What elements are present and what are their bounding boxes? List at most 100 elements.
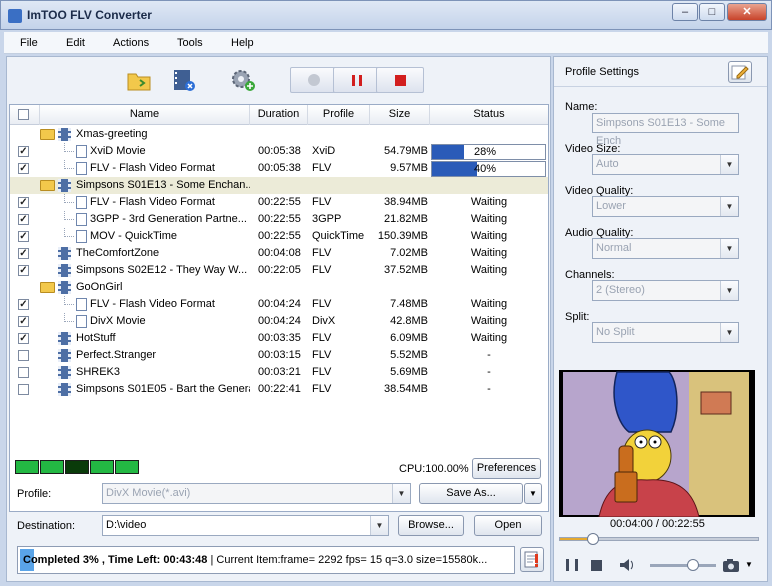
select-all-checkbox[interactable]	[18, 109, 29, 120]
table-row[interactable]: Xmas-greeting	[10, 126, 548, 143]
row-checkbox[interactable]: ✓	[18, 163, 29, 174]
snapshot-icon[interactable]	[722, 557, 742, 573]
table-row[interactable]: Simpsons S01E05 - Bart the General 00:22:…	[10, 381, 548, 398]
profile-document-icon	[76, 230, 87, 243]
row-checkbox[interactable]: ✓	[18, 299, 29, 310]
maximize-button[interactable]: □	[699, 3, 725, 21]
column-name[interactable]: Name	[40, 105, 250, 125]
row-profile: FLV	[312, 247, 332, 259]
menu-actions[interactable]: Actions	[113, 37, 149, 49]
row-checkbox[interactable]: ✓	[18, 197, 29, 208]
row-checkbox[interactable]: ✓	[18, 316, 29, 327]
row-checkbox[interactable]	[18, 350, 29, 361]
row-checkbox[interactable]: ✓	[18, 248, 29, 259]
row-checkbox[interactable]: ✓	[18, 146, 29, 157]
volume-slider[interactable]	[650, 564, 716, 567]
column-status[interactable]: Status	[430, 105, 548, 125]
open-folder-icon	[127, 73, 151, 91]
table-row[interactable]: SHREK3 00:03:21 FLV 5.69MB -	[10, 364, 548, 381]
table-row[interactable]: ✓ HotStuff 00:03:35 FLV 6.09MB Waiting	[10, 330, 548, 347]
table-row[interactable]: Perfect.Stranger 00:03:15 FLV 5.52MB -	[10, 347, 548, 364]
table-row[interactable]: ✓ DivX Movie 00:04:24 DivX 42.8MB Waiting	[10, 313, 548, 330]
row-checkbox[interactable]: ✓	[18, 214, 29, 225]
folder-icon	[40, 180, 55, 191]
volume-handle[interactable]	[687, 559, 699, 571]
setting-label: Split:	[565, 311, 590, 323]
table-row[interactable]: ✓ FLV - Flash Video Format 00:22:55 FLV 38.9…	[10, 194, 548, 211]
column-profile[interactable]: Profile	[308, 105, 370, 125]
row-checkbox[interactable]	[18, 367, 29, 378]
table-row[interactable]: ✓ 3GPP - 3rd Generation Partne... 00:22:55…	[10, 211, 548, 228]
folder-icon	[40, 129, 55, 140]
status-bar: Completed 3% , Time Left: 00:43:48 | Cur…	[17, 546, 515, 574]
open-button[interactable]: Open	[474, 515, 542, 536]
row-status: Waiting	[470, 196, 508, 208]
row-status: Waiting	[470, 298, 508, 310]
table-row[interactable]: ✓ Simpsons S02E12 - They Way W... 00:22:05…	[10, 262, 548, 279]
table-row[interactable]: ✓ FLV - Flash Video Format 00:04:24 FLV 7.48…	[10, 296, 548, 313]
row-checkbox[interactable]: ✓	[18, 231, 29, 242]
destination-input[interactable]: D:\video ▼	[102, 515, 389, 536]
menu-tools[interactable]: Tools	[177, 37, 203, 49]
profile-select[interactable]: DivX Movie(*.avi) ▼	[102, 483, 411, 504]
table-row[interactable]: ✓ MOV - QuickTime 00:22:55 QuickTime 150.39M…	[10, 228, 548, 245]
row-name: XviD Movie	[90, 145, 146, 157]
volume-icon[interactable]	[618, 557, 636, 573]
row-name: Simpsons S02E12 - They Way W...	[76, 264, 248, 276]
pause-button[interactable]	[333, 67, 381, 93]
minimize-button[interactable]: –	[672, 3, 698, 21]
title-bar: ImTOO FLV Converter – □ ✕	[0, 0, 772, 30]
profile-document-icon	[76, 315, 87, 328]
cpu-block	[65, 460, 89, 474]
table-row[interactable]: ✓ FLV - Flash Video Format 00:05:38 FLV 9.57…	[10, 160, 548, 177]
row-checkbox[interactable]	[18, 384, 29, 395]
row-duration: 00:22:05	[258, 264, 301, 276]
row-duration: 00:04:08	[258, 247, 301, 259]
stop-playback-button[interactable]	[591, 560, 602, 571]
snapshot-dropdown-icon[interactable]: ▼	[745, 560, 753, 569]
setting-select[interactable]: No Split ▼	[592, 322, 739, 343]
chevron-down-icon: ▼	[720, 281, 738, 300]
column-duration[interactable]: Duration	[250, 105, 308, 125]
play-pause-button[interactable]	[566, 559, 578, 571]
setting-select[interactable]: Auto ▼	[592, 154, 739, 175]
browse-button[interactable]: Browse...	[398, 515, 464, 536]
row-checkbox[interactable]: ✓	[18, 265, 29, 276]
row-name: FLV - Flash Video Format	[90, 298, 215, 310]
setting-select[interactable]: Lower ▼	[592, 196, 739, 217]
preferences-button[interactable]: Preferences	[472, 458, 541, 479]
add-files-button[interactable]	[125, 67, 153, 93]
edit-profile-button[interactable]	[728, 61, 752, 83]
log-button[interactable]	[520, 547, 544, 572]
setting-select[interactable]: Normal ▼	[592, 238, 739, 259]
profile-document-icon	[76, 196, 87, 209]
column-size[interactable]: Size	[370, 105, 430, 125]
row-profile: FLV	[312, 349, 332, 361]
setting-select[interactable]: 2 (Stereo) ▼	[592, 280, 739, 301]
close-button[interactable]: ✕	[727, 3, 767, 21]
row-profile: XviD	[312, 145, 336, 157]
add-profile-button[interactable]	[229, 67, 257, 93]
save-as-dropdown-icon[interactable]: ▼	[524, 483, 542, 504]
menu-help[interactable]: Help	[231, 37, 254, 49]
folder-icon	[40, 282, 55, 293]
stop-button[interactable]	[376, 67, 424, 93]
table-row[interactable]: Simpsons S01E13 - Some Enchan...	[10, 177, 548, 194]
film-icon	[58, 383, 71, 396]
menu-edit[interactable]: Edit	[66, 37, 85, 49]
row-progress: 40%	[431, 161, 546, 177]
row-checkbox[interactable]: ✓	[18, 333, 29, 344]
chevron-down-icon: ▼	[392, 484, 410, 503]
table-row[interactable]: ✓ TheComfortZone 00:04:08 FLV 7.02MB Waiting	[10, 245, 548, 262]
name-field[interactable]: Simpsons S01E13 - Some Ench	[592, 113, 739, 147]
table-row[interactable]: ✓ XviD Movie 00:05:38 XviD 54.79MB 28%	[10, 143, 548, 160]
film-icon	[58, 179, 71, 192]
seek-handle[interactable]	[587, 533, 599, 545]
save-as-button[interactable]: Save As...	[419, 483, 523, 504]
row-status: Waiting	[470, 315, 508, 327]
table-row[interactable]: GoOnGirl	[10, 279, 548, 296]
record-button[interactable]	[290, 67, 338, 93]
menu-file[interactable]: File	[20, 37, 38, 49]
row-name: 3GPP - 3rd Generation Partne...	[90, 213, 247, 225]
remove-button[interactable]	[170, 67, 198, 93]
